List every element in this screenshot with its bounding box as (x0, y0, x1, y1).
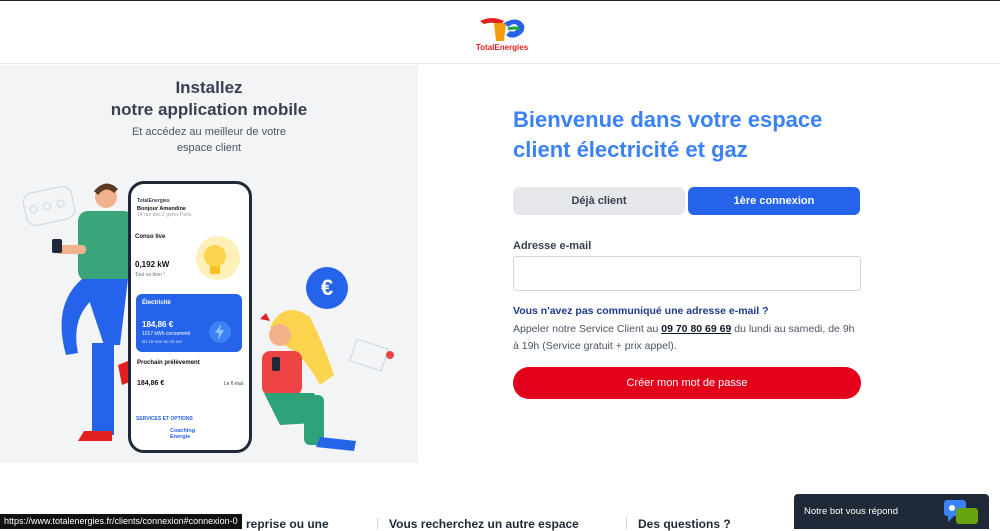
footer-separator (377, 518, 378, 529)
phone-electricity-amount: 184,86 € (142, 320, 174, 329)
totalenergies-logo[interactable]: TotalEnergies (470, 11, 534, 55)
login-panel: Bienvenue dans votre espace client élect… (418, 65, 1000, 463)
login-tabs: Déjà client 1ère connexion (513, 187, 861, 215)
promo-subtitle-line2: espace client (176, 142, 242, 154)
promo-title-line1: Installez (175, 78, 243, 97)
phone-electricity-period: du 15 mar au 15 avr (142, 339, 183, 344)
tab-premiere-connexion[interactable]: 1ère connexion (688, 187, 860, 215)
chatbot-label: Notre bot vous répond (804, 506, 899, 517)
phone-conso-card: Conso live 0,192 kW Tout va bien ! (135, 234, 245, 286)
promo-title-line2: notre application mobile (110, 100, 308, 119)
euro-icon: € (306, 267, 348, 309)
welcome-line1: Bienvenue dans votre espace (513, 107, 823, 132)
chatbot-widget[interactable]: Notre bot vous répond (794, 494, 989, 529)
email-label: Adresse e-mail (513, 240, 592, 252)
phone-prelevement-label: Prochain prélèvement (137, 360, 200, 366)
app-promo-panel: Installez notre application mobile Et ac… (0, 65, 418, 463)
lightning-icon (209, 321, 231, 343)
service-client-info: Appeler notre Service Client au 09 70 80… (513, 321, 863, 355)
brand-name: TotalEnergies (475, 43, 529, 52)
tab-deja-client[interactable]: Déjà client (513, 187, 685, 215)
welcome-line2: client électricité et gaz (513, 137, 748, 162)
no-email-question: Vous n'avez pas communiqué une adresse e… (513, 305, 769, 317)
phone-electricity-kwh: 1017 kWh consommé (142, 331, 191, 337)
logo-mark-icon (480, 18, 525, 41)
woman-with-phone-illustration (260, 309, 356, 451)
chatbot-icon[interactable] (942, 498, 980, 526)
notification-dot (386, 351, 394, 359)
phone-electricity-label: Électricité (142, 300, 171, 306)
phone-coaching-label: Coaching Energie (170, 428, 196, 440)
promo-subtitle-line1: Et accédez au meilleur de votre (131, 126, 287, 138)
create-password-button[interactable]: Créer mon mot de passe (513, 367, 861, 399)
service-prefix: Appeler notre Service Client au (513, 323, 662, 335)
lightbulb-icon (196, 236, 240, 280)
service-phone-link[interactable]: 09 70 80 69 69 (661, 323, 731, 335)
phone-services-label: SERVICES ET OPTIONS (136, 416, 193, 422)
phone-prelevement-date: Le 6 mai (223, 381, 243, 387)
phone-services: SERVICES ET OPTIONS Coaching Energie (136, 416, 242, 450)
promo-title: Installez notre application mobile (0, 77, 418, 121)
app-illustration: TotalEnergies Bonjour Amandine 14 rue de… (0, 165, 418, 463)
promo-subtitle: Et accédez au meilleur de votre espace c… (0, 124, 418, 156)
phone-conso-value: 0,192 kW (135, 260, 170, 269)
phone-prelevement: Prochain prélèvement 184,86 € Le 6 mai (137, 360, 243, 400)
status-bar-url: https://www.totalenergies.fr/clients/con… (0, 514, 242, 529)
phone-mockup: TotalEnergies Bonjour Amandine 14 rue de… (128, 181, 252, 453)
phone-prelevement-amount: 184,86 € (137, 380, 165, 387)
email-field[interactable] (513, 256, 861, 291)
phone-brand: TotalEnergies (137, 198, 170, 204)
welcome-title: Bienvenue dans votre espace client élect… (513, 105, 873, 165)
footer-separator (626, 518, 627, 529)
phone-conso-note: Tout va bien ! (135, 272, 165, 278)
site-header: TotalEnergies (0, 1, 1000, 64)
phone-address: 14 rue des 2 gares Paris (137, 212, 192, 218)
phone-greeting: Bonjour Amandine 14 rue des 2 gares Pari… (137, 206, 247, 228)
phone-topbar: TotalEnergies (137, 189, 247, 204)
phone-electricity-card: Électricité 184,86 € 1017 kWh consommé d… (136, 294, 242, 352)
